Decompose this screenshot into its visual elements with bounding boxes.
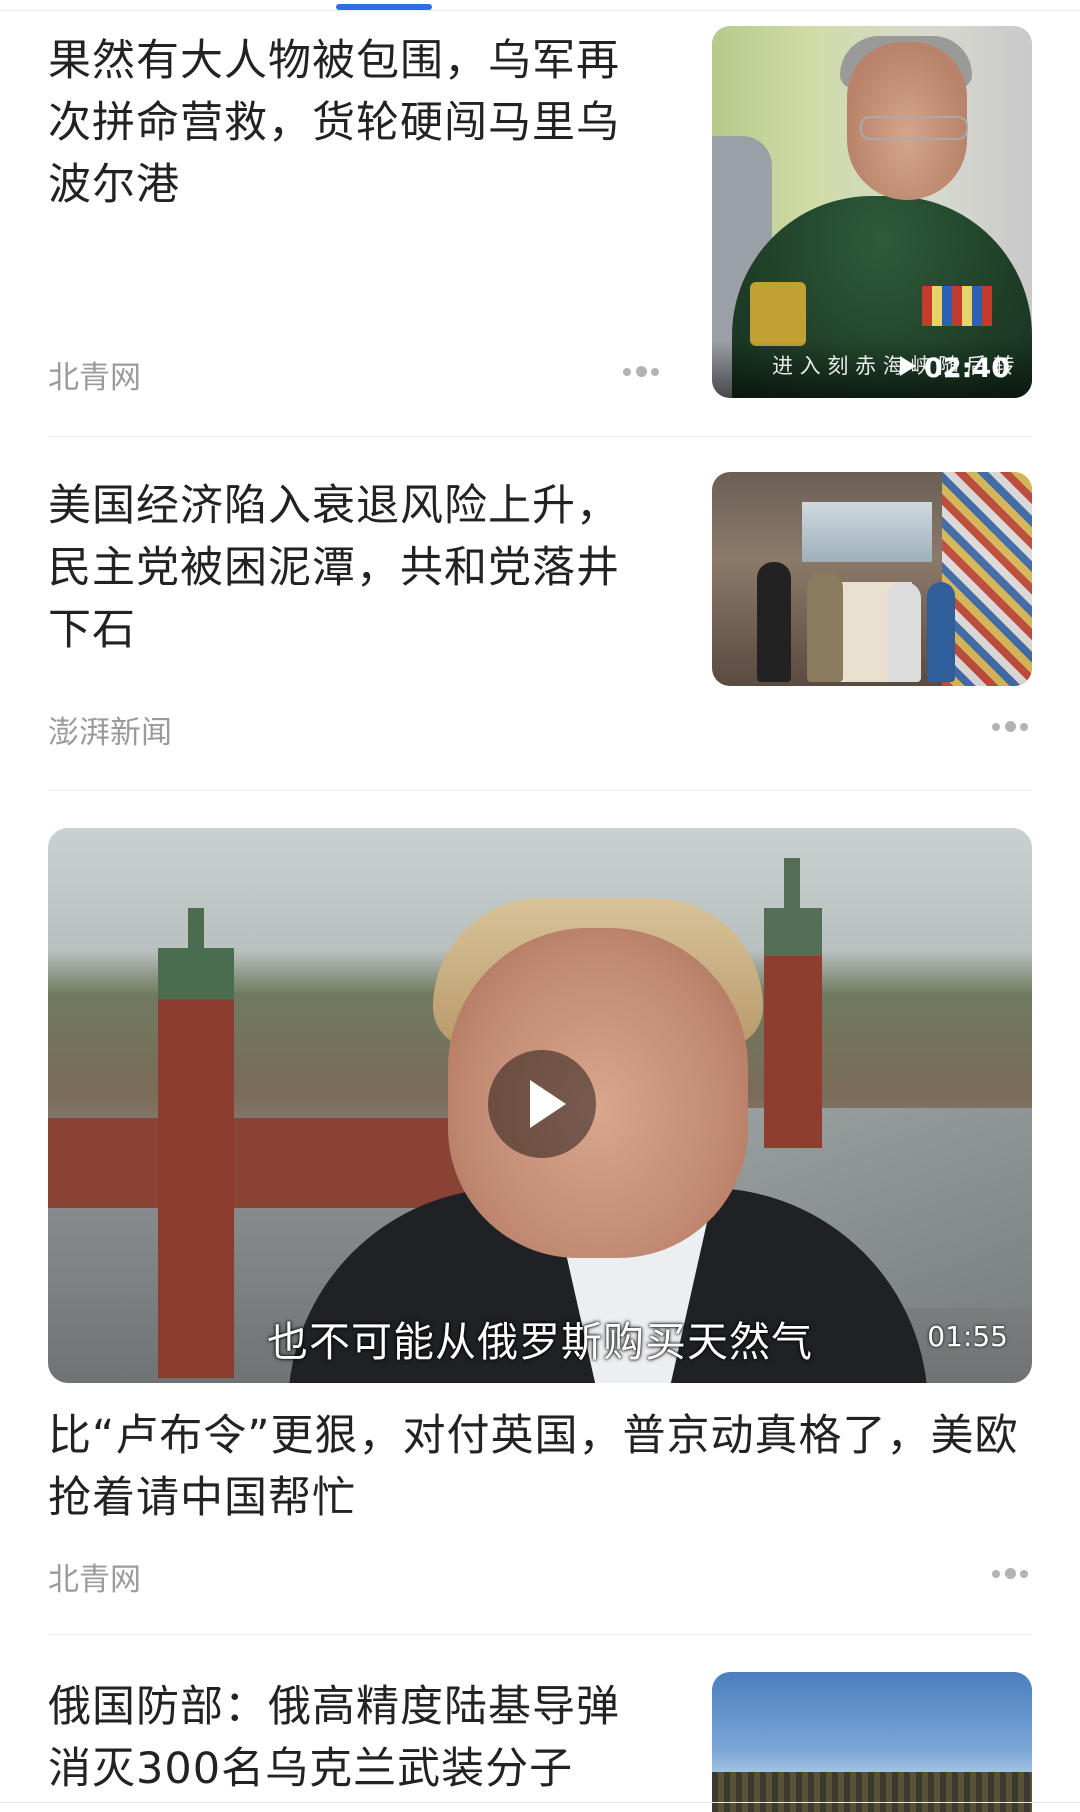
article-source: 北青网 <box>48 360 141 396</box>
article-thumbnail[interactable]: 进 入 刻 赤 海 峡 随 后 转 02:40 <box>712 26 1032 398</box>
article-title[interactable]: 比“卢布令”更狠，对付英国，普京动真格了，美欧抢着请中国帮忙 <box>48 1405 1032 1529</box>
article-title[interactable]: 俄国防部：俄高精度陆基导弹消灭300名乌克兰武装分子 <box>48 1676 628 1800</box>
article-thumbnail[interactable] <box>712 1672 1032 1812</box>
more-dots-icon[interactable] <box>992 1568 1032 1582</box>
video-subtitle: 也不可能从俄罗斯购买天然气 <box>267 1318 813 1366</box>
card-divider <box>48 790 1032 791</box>
bottom-divider <box>0 1802 1080 1803</box>
news-card[interactable]: 比“卢布令”更狠，对付英国，普京动真格了，美欧抢着请中国帮忙 <box>48 1405 1032 1529</box>
article-thumbnail[interactable] <box>712 472 1032 686</box>
play-icon[interactable] <box>488 1050 596 1158</box>
play-icon <box>900 356 916 376</box>
video-duration: 02:40 <box>924 353 1010 384</box>
article-title[interactable]: 果然有大人物被包围，乌军再次拼命营救，货轮硬闯马里乌波尔港 <box>48 30 628 216</box>
more-dots-icon[interactable] <box>992 721 1032 735</box>
more-dots-icon[interactable] <box>623 366 663 380</box>
article-title[interactable]: 美国经济陷入衰退风险上升，民主党被困泥潭，共和党落井下石 <box>48 475 628 661</box>
article-source: 北青网 <box>48 1562 141 1598</box>
video-player[interactable]: 也不可能从俄罗斯购买天然气 01:55 <box>48 828 1032 1383</box>
card-divider <box>48 1634 1032 1635</box>
tab-bar-divider <box>0 10 1080 11</box>
card-divider <box>48 436 1032 437</box>
article-source: 澎湃新闻 <box>48 715 172 751</box>
video-duration: 01:55 <box>927 1320 1008 1353</box>
